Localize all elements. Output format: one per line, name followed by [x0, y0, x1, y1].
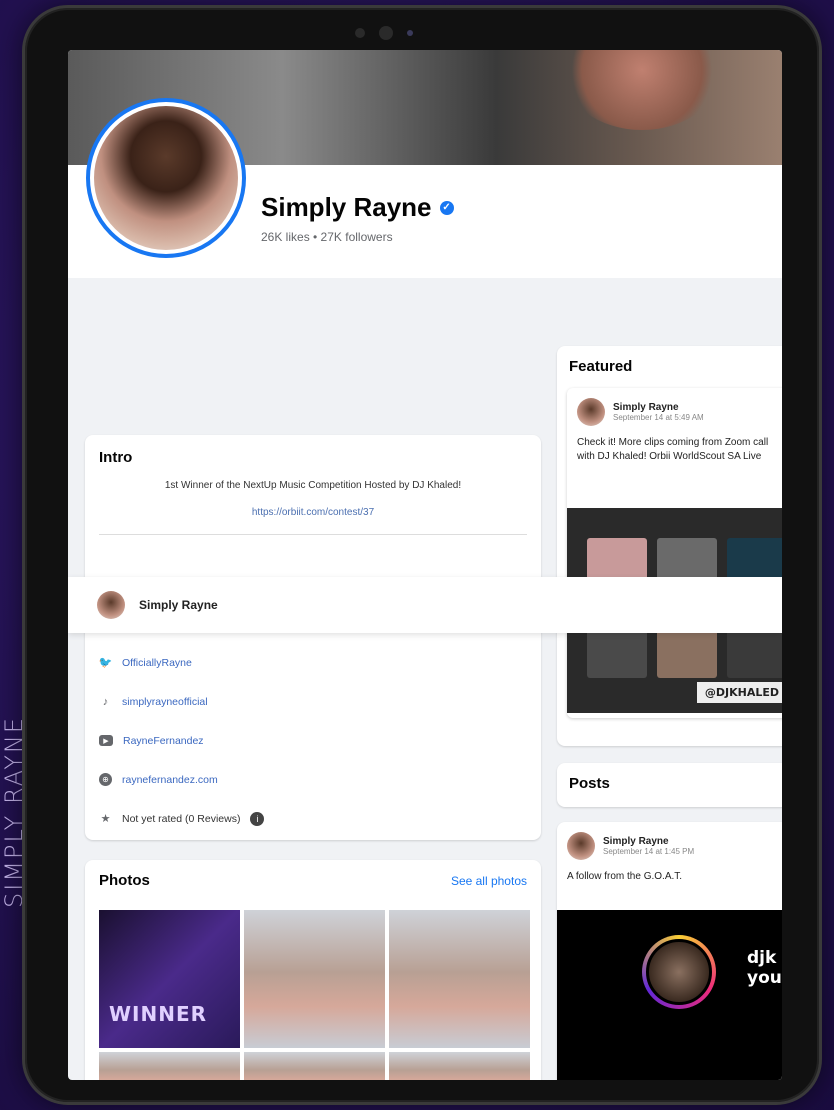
- dj-khaled-tag: @DJKHALED: [696, 682, 782, 703]
- post-image[interactable]: djk you: [557, 910, 782, 1080]
- page-title[interactable]: Simply Rayne ✓: [261, 192, 454, 223]
- intro-item-twitter[interactable]: 🐦 OfficiallyRayne: [99, 643, 264, 682]
- youtube-icon: ▶: [99, 735, 113, 746]
- intro-bio: 1st Winner of the NextUp Music Competiti…: [164, 480, 462, 491]
- posts-header: Posts: [557, 763, 782, 807]
- photo-grid: WINNER: [99, 910, 530, 1080]
- page-stats: 26K likes • 27K followers: [261, 230, 393, 244]
- winner-text: WINNER: [109, 1002, 208, 1026]
- post-time[interactable]: September 14 at 1:45 PM: [603, 847, 694, 856]
- post-author[interactable]: Simply Rayne: [613, 402, 704, 413]
- intro-link[interactable]: https://orbiit.com/contest/37: [99, 507, 527, 518]
- photo-thumb[interactable]: [244, 910, 385, 1048]
- photo-thumb[interactable]: [244, 1052, 385, 1080]
- intro-item-label: OfficiallyRayne: [122, 656, 192, 669]
- intro-card: Intro 1st Winner of the NextUp Music Com…: [85, 435, 541, 840]
- info-icon[interactable]: i: [250, 811, 265, 826]
- photos-title: Photos: [99, 872, 150, 889]
- posts-title: Posts: [569, 775, 610, 792]
- photo-thumb[interactable]: [389, 1052, 530, 1080]
- featured-post[interactable]: Simply Rayne September 14 at 5:49 AM Che…: [567, 388, 782, 718]
- verified-icon: ✓: [439, 200, 454, 215]
- intro-item-website[interactable]: ⊕ raynefernandez.com: [99, 760, 264, 799]
- avatar[interactable]: [567, 832, 595, 860]
- post-time[interactable]: September 14 at 5:49 AM: [613, 413, 704, 422]
- globe-icon: ⊕: [99, 773, 112, 786]
- intro-item-label: RayneFernandez: [123, 734, 204, 747]
- intro-title: Intro: [99, 449, 133, 466]
- intro-item-youtube[interactable]: ▶ RayneFernandez: [99, 721, 264, 760]
- photo-thumb[interactable]: [99, 1052, 240, 1080]
- tiktok-icon: ♪: [102, 695, 109, 708]
- photo-thumb[interactable]: WINNER: [99, 910, 240, 1048]
- post-author[interactable]: Simply Rayne: [603, 836, 694, 847]
- intro-list: 🐦 OfficiallyRayne ♪ simplyrayneofficial …: [99, 643, 265, 838]
- intro-item-tiktok[interactable]: ♪ simplyrayneofficial: [99, 682, 264, 721]
- intro-item-label: raynefernandez.com: [122, 773, 218, 786]
- profile-avatar[interactable]: [86, 98, 246, 258]
- ig-username: djk you: [747, 948, 782, 989]
- divider: [99, 534, 527, 535]
- avatar: [97, 591, 125, 619]
- avatar[interactable]: [577, 398, 605, 426]
- sticky-name: Simply Rayne: [139, 598, 218, 612]
- star-icon: ★: [100, 813, 111, 825]
- intro-item-label: Not yet rated (0 Reviews): [122, 812, 241, 825]
- intro-item-rating: ★ Not yet rated (0 Reviews) i: [99, 799, 265, 838]
- post-item[interactable]: Simply Rayne September 14 at 1:45 PM A f…: [557, 822, 782, 1080]
- tablet-frame: Simply Rayne ✓ 26K likes • 27K followers…: [22, 5, 822, 1105]
- screen: Simply Rayne ✓ 26K likes • 27K followers…: [68, 50, 782, 1080]
- instagram-story-ring: [642, 935, 716, 1009]
- sticky-profile-bar[interactable]: Simply Rayne: [68, 577, 782, 633]
- twitter-icon: 🐦: [98, 657, 113, 669]
- intro-item-label: simplyrayneofficial: [122, 695, 208, 708]
- see-all-photos-link[interactable]: See all photos: [451, 874, 527, 888]
- post-text: Check it! More clips coming from Zoom ca…: [577, 437, 769, 462]
- photos-card: Photos See all photos WINNER: [85, 860, 541, 1080]
- featured-card: Featured Simply Rayne September 14 at 5:…: [557, 346, 782, 746]
- post-text: A follow from the G.O.A.T.: [567, 871, 683, 882]
- photo-thumb[interactable]: [389, 910, 530, 1048]
- featured-title: Featured: [569, 358, 633, 375]
- page-name-text: Simply Rayne: [261, 192, 432, 222]
- camera-bar: [355, 26, 413, 40]
